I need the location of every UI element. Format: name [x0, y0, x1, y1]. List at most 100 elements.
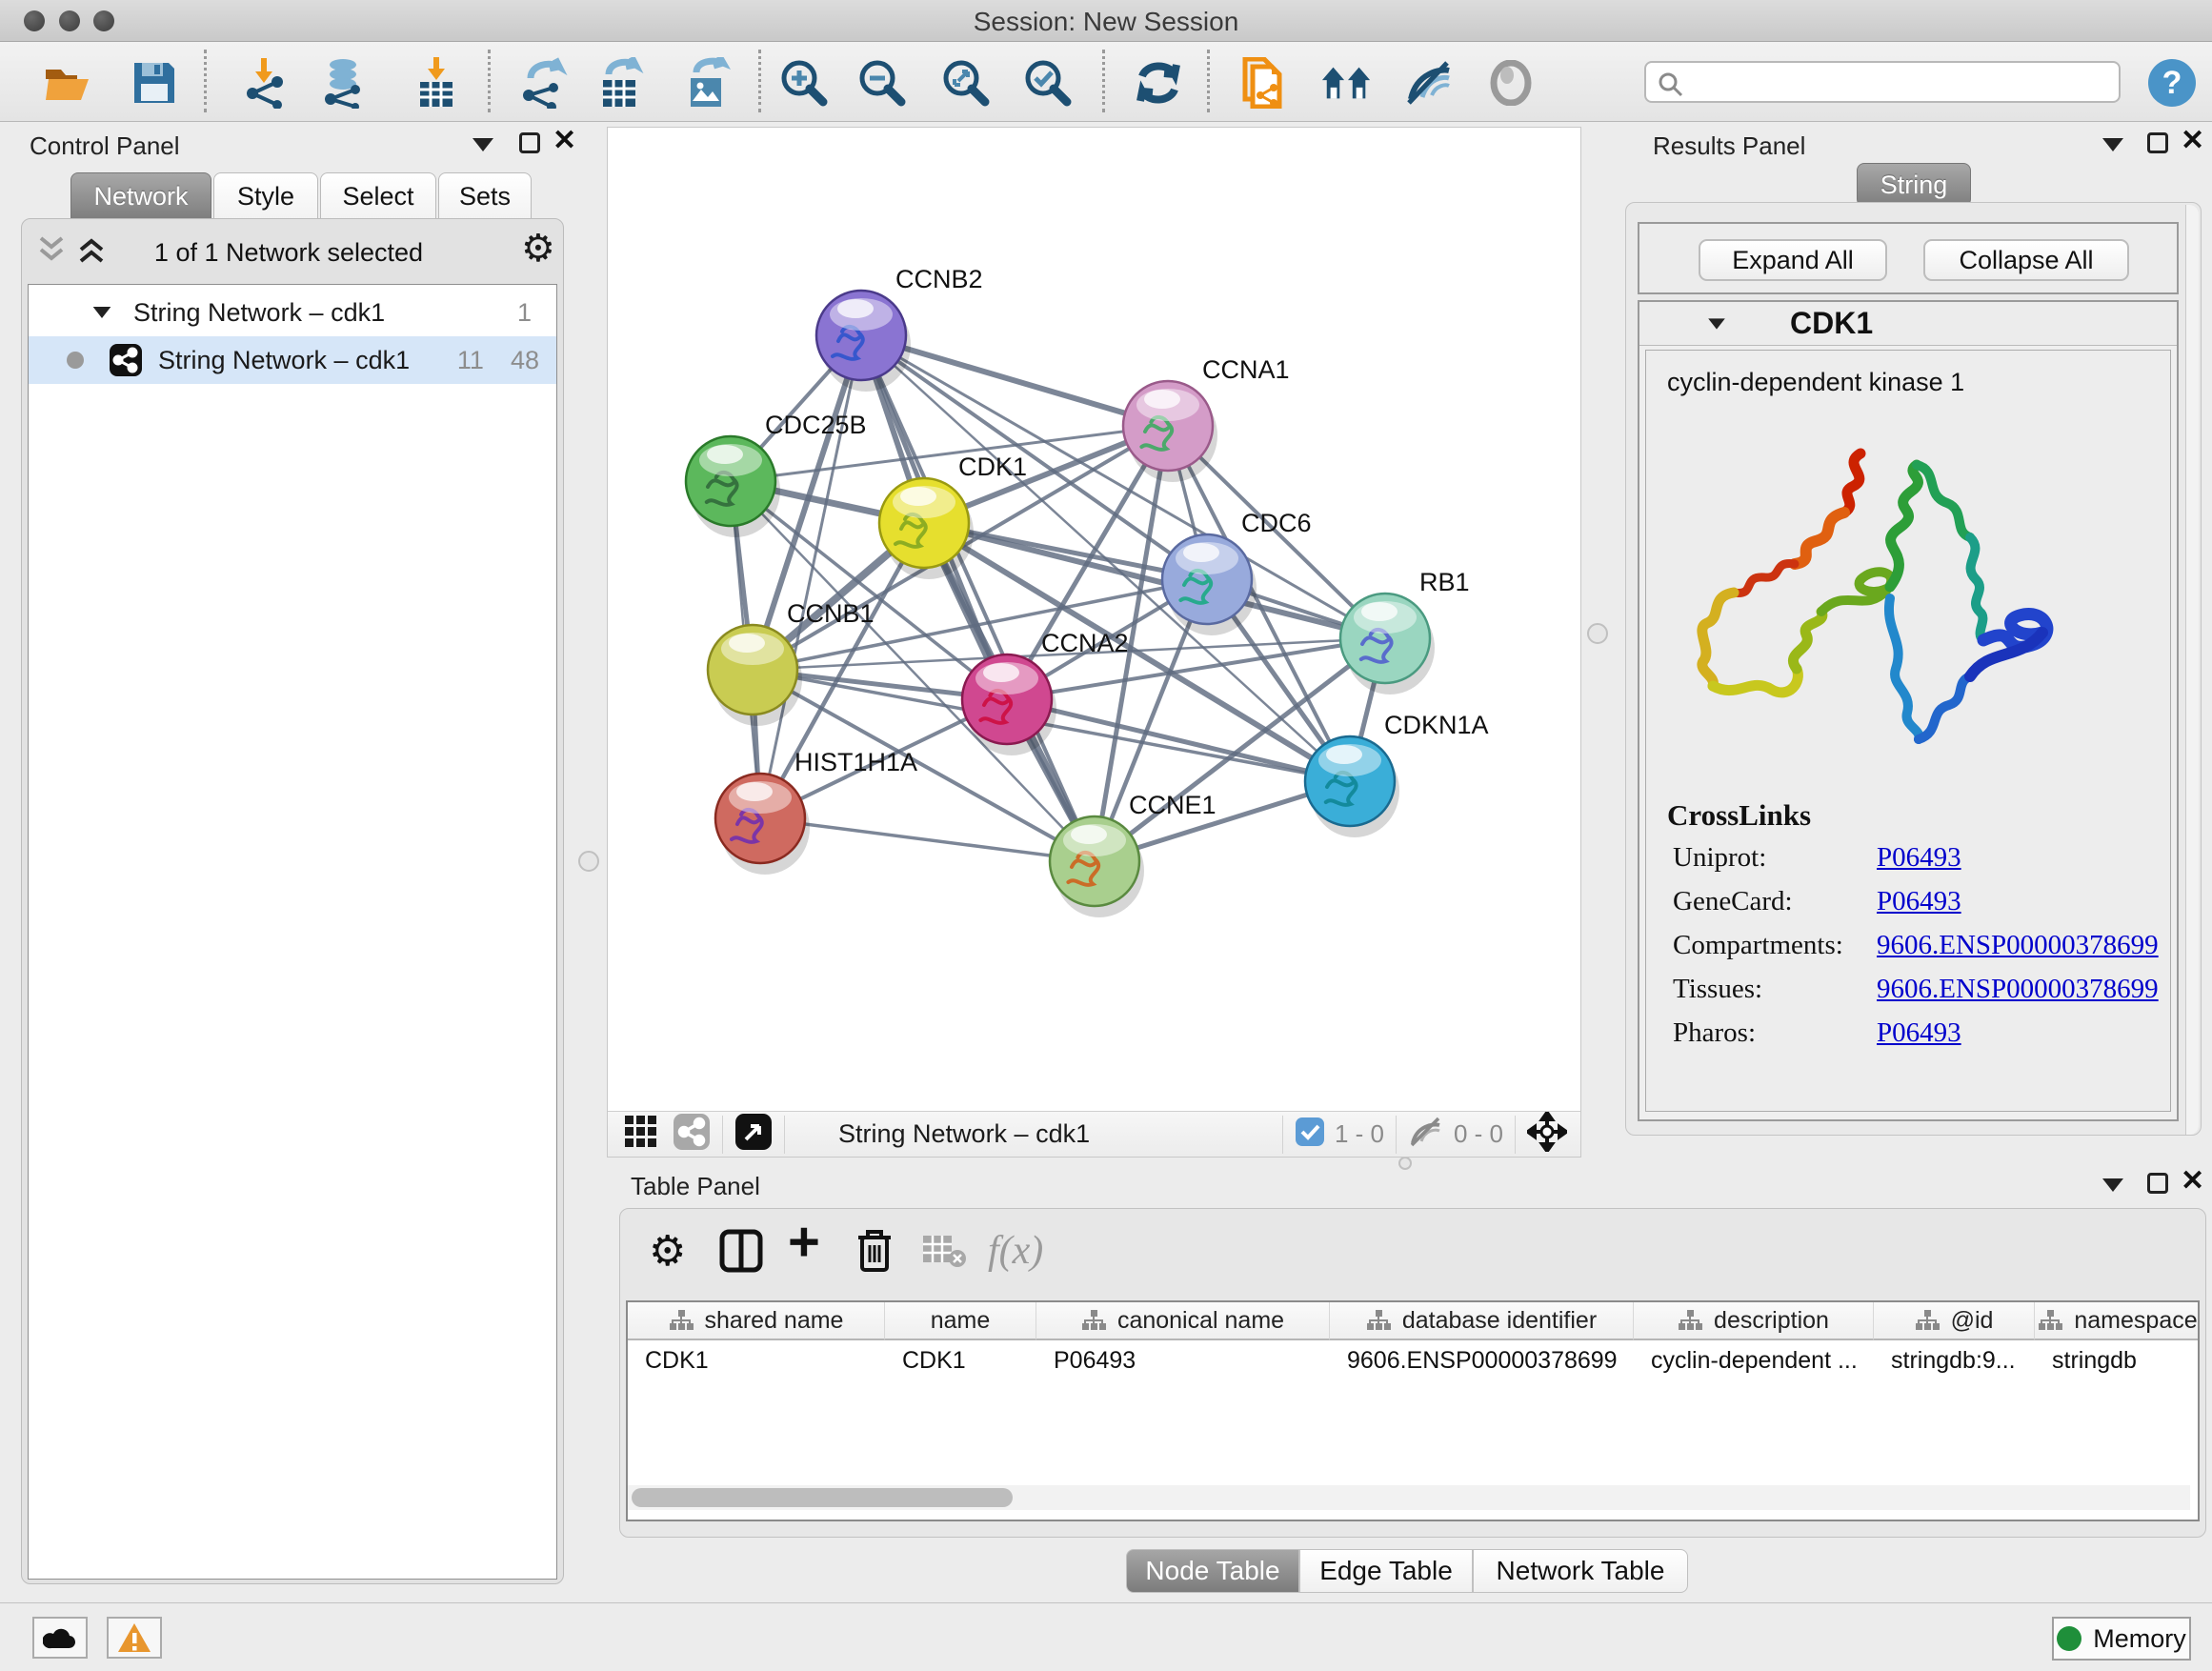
network-share-view-icon[interactable]: [673, 1113, 711, 1156]
table-cell[interactable]: 9606.ENSP00000378699: [1330, 1342, 1634, 1379]
export-image-icon[interactable]: [680, 56, 734, 110]
show-columns-icon[interactable]: [719, 1226, 763, 1276]
table-panel-float-icon[interactable]: [2147, 1173, 2168, 1194]
delete-column-icon[interactable]: [855, 1226, 895, 1276]
import-table-icon[interactable]: [410, 56, 463, 110]
node-HIST1H1A[interactable]: HIST1H1A: [715, 748, 917, 875]
save-session-icon[interactable]: [128, 56, 181, 110]
table-options-gear-icon[interactable]: ⚙: [649, 1226, 686, 1276]
column-header-namespace[interactable]: namespace: [2035, 1302, 2200, 1340]
node-CDKN1A[interactable]: CDKN1A: [1305, 711, 1489, 837]
table-cell[interactable]: CDK1: [885, 1342, 1036, 1379]
home-networks-icon[interactable]: [1320, 56, 1374, 110]
tab-edge-table[interactable]: Edge Table: [1299, 1549, 1473, 1593]
column-header-database-identifier[interactable]: database identifier: [1330, 1302, 1634, 1340]
table-cell[interactable]: CDK1: [628, 1342, 885, 1379]
import-network-icon[interactable]: [240, 56, 293, 110]
table-hscrollbar[interactable]: [628, 1485, 2190, 1510]
control-panel-float-icon[interactable]: [519, 132, 540, 153]
crosslink-link[interactable]: 9606.ENSP00000378699: [1877, 930, 2159, 961]
cloud-button[interactable]: [32, 1617, 88, 1659]
cloud-icon: [43, 1625, 77, 1650]
results-panel-float-icon[interactable]: [2147, 132, 2168, 153]
refresh-icon[interactable]: [1132, 56, 1185, 110]
results-scrollbar[interactable]: [2185, 205, 2199, 1135]
table-cell[interactable]: stringdb:9...: [1874, 1342, 2035, 1379]
fit-selected-crosshair-icon[interactable]: [1527, 1112, 1567, 1157]
node-CDK1[interactable]: CDK1: [879, 453, 1027, 579]
help-icon[interactable]: ?: [2145, 56, 2199, 110]
network-row-selected[interactable]: String Network – cdk1 11 48: [29, 336, 556, 384]
table-hscrollbar-thumb[interactable]: [632, 1488, 1013, 1507]
table-cell[interactable]: stringdb: [2035, 1342, 2200, 1379]
edge-HIST1H1A-CCNE1[interactable]: [760, 818, 1095, 861]
table-panel-menu-caret-icon[interactable]: [2102, 1178, 2123, 1192]
zoom-selected-icon[interactable]: [1021, 56, 1075, 110]
table-cell[interactable]: P06493: [1036, 1342, 1330, 1379]
warnings-button[interactable]: [107, 1617, 162, 1659]
search-field[interactable]: [1644, 61, 2121, 103]
import-network-database-icon[interactable]: [316, 56, 370, 110]
node-RB1[interactable]: RB1: [1340, 568, 1470, 695]
collection-expand-caret-icon[interactable]: [93, 307, 111, 318]
column-header-canonical-name[interactable]: canonical name: [1036, 1302, 1330, 1340]
table-panel-close-icon[interactable]: ✕: [2181, 1171, 2204, 1192]
control-panel-close-icon[interactable]: ✕: [553, 131, 576, 151]
column-header-shared-name[interactable]: shared name: [628, 1302, 885, 1340]
column-header-name[interactable]: name: [885, 1302, 1036, 1340]
crosslink-link[interactable]: P06493: [1877, 842, 1961, 874]
string-import-icon[interactable]: [1237, 56, 1290, 110]
export-table-icon[interactable]: [594, 56, 648, 110]
control-panel-menu-caret-icon[interactable]: [473, 138, 493, 151]
left-splitter-handle[interactable]: [578, 851, 599, 872]
expand-all-button[interactable]: Expand All: [1699, 239, 1887, 281]
network-canvas[interactable]: CCNB2CCNA1CDC25BCDK1CDC6RB1CCNB1CCNA2CDK…: [608, 128, 1580, 1110]
node-CCNB1[interactable]: CCNB1: [708, 599, 875, 726]
column-header-description[interactable]: description: [1634, 1302, 1874, 1340]
tab-string[interactable]: String: [1857, 163, 1971, 207]
open-session-icon[interactable]: [40, 56, 93, 110]
collapse-all-button[interactable]: Collapse All: [1923, 239, 2129, 281]
edge-CCNB2-HIST1H1A[interactable]: [760, 335, 861, 818]
memory-button[interactable]: Memory: [2052, 1617, 2191, 1661]
network-view[interactable]: CCNB2CCNA1CDC25BCDK1CDC6RB1CCNB1CCNA2CDK…: [607, 127, 1581, 1158]
bottom-splitter-handle[interactable]: [1398, 1157, 1412, 1170]
selected-checkbox-icon[interactable]: [1295, 1117, 1325, 1152]
column-header--id[interactable]: @id: [1874, 1302, 2035, 1340]
main-toolbar: ?: [0, 42, 2212, 122]
zoom-fit-icon[interactable]: [939, 56, 993, 110]
hide-unhide-icon[interactable]: [1402, 56, 1456, 110]
crosslink-link[interactable]: P06493: [1877, 1017, 1961, 1049]
zoom-in-icon[interactable]: [777, 56, 831, 110]
export-network-icon[interactable]: [516, 56, 570, 110]
tab-sets[interactable]: Sets: [438, 172, 532, 220]
node-CCNB2[interactable]: CCNB2: [816, 265, 983, 392]
table-cell[interactable]: cyclin-dependent ...: [1634, 1342, 1874, 1379]
tab-network-table[interactable]: Network Table: [1473, 1549, 1688, 1593]
tab-select[interactable]: Select: [320, 172, 436, 220]
search-input[interactable]: [1692, 65, 2111, 99]
node-CCNE1[interactable]: CCNE1: [1050, 791, 1217, 917]
crosslink-link[interactable]: P06493: [1877, 886, 1961, 917]
tab-node-table[interactable]: Node Table: [1126, 1549, 1299, 1593]
gene-section-header[interactable]: CDK1: [1639, 302, 2177, 346]
network-collection-row[interactable]: String Network – cdk1 1: [29, 289, 556, 336]
hierarchy-icon: [1081, 1309, 1106, 1332]
network-options-gear-icon[interactable]: ⚙: [521, 227, 555, 271]
edge-CCNB2-CCNE1[interactable]: [861, 335, 1095, 861]
tab-network[interactable]: Network: [70, 172, 211, 220]
control-panel-title: Control Panel: [30, 131, 180, 161]
node-CCNA1[interactable]: CCNA1: [1123, 355, 1290, 482]
grid-view-icon[interactable]: [623, 1114, 659, 1155]
add-column-icon[interactable]: +: [788, 1217, 820, 1266]
right-splitter-handle[interactable]: [1587, 623, 1608, 644]
zoom-out-icon[interactable]: [855, 56, 909, 110]
results-panel-close-icon[interactable]: ✕: [2181, 131, 2204, 151]
results-panel-menu-caret-icon[interactable]: [2102, 138, 2123, 151]
birdseye-view-icon[interactable]: [734, 1113, 773, 1156]
crosslink-link[interactable]: 9606.ENSP00000378699: [1877, 974, 2159, 1005]
crosslink-label: GeneCard:: [1673, 886, 1793, 916]
gene-collapse-caret-icon[interactable]: [1708, 318, 1725, 329]
network-share-icon: [109, 343, 143, 377]
tab-style[interactable]: Style: [213, 172, 318, 220]
